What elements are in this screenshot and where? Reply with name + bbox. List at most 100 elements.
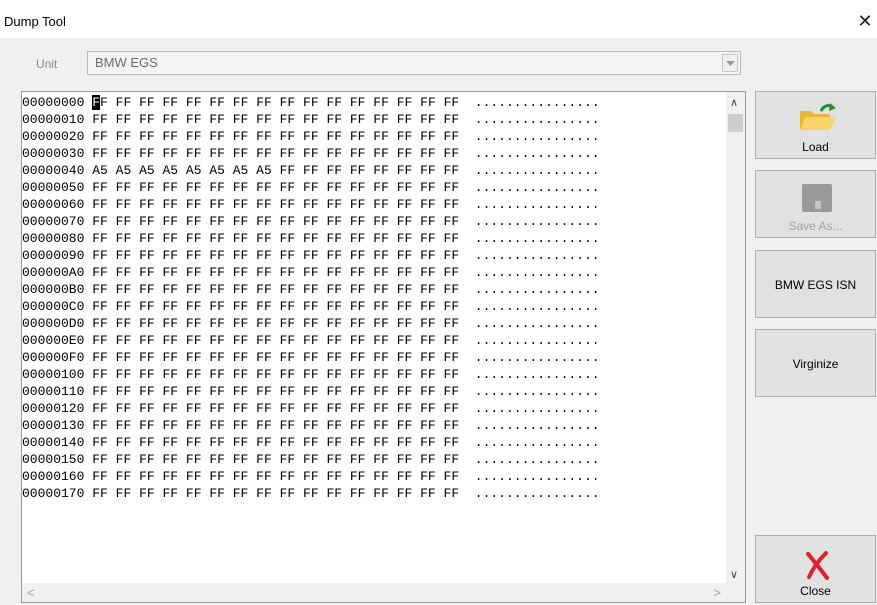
hex-byte[interactable]: FF [280,486,296,501]
hex-byte[interactable]: FF [233,452,249,467]
hex-byte[interactable]: FF [162,418,178,433]
hex-byte[interactable]: FF [373,469,389,484]
hex-byte[interactable]: FF [186,146,202,161]
hex-byte[interactable]: FF [303,367,319,382]
hex-byte[interactable]: FF [209,333,225,348]
hex-byte[interactable]: FF [233,418,249,433]
hex-byte[interactable]: FF [326,282,342,297]
hex-byte[interactable]: FF [186,265,202,280]
hex-byte[interactable]: FF [233,146,249,161]
hex-byte[interactable]: FF [303,265,319,280]
hex-byte[interactable]: FF [397,197,413,212]
scroll-left-icon[interactable]: < [27,585,35,600]
hex-byte[interactable]: FF [92,146,108,161]
hex-byte[interactable]: FF [256,316,272,331]
hex-byte[interactable]: FF [373,95,389,110]
hex-byte[interactable]: FF [444,282,460,297]
hex-byte[interactable]: FF [397,146,413,161]
hex-byte[interactable]: FF [373,231,389,246]
hex-byte[interactable]: FF [256,401,272,416]
hex-byte[interactable]: FF [420,469,436,484]
hex-byte[interactable]: FF [92,129,108,144]
hex-byte[interactable]: FF [350,350,366,365]
hex-byte[interactable]: FF [326,350,342,365]
hex-byte[interactable]: FF [233,265,249,280]
hex-byte[interactable]: FF [139,316,155,331]
hex-byte[interactable]: FF [116,401,132,416]
hex-byte[interactable]: FF [209,384,225,399]
hex-byte[interactable]: FF [280,248,296,263]
hex-byte[interactable]: FF [326,180,342,195]
hex-byte[interactable]: FF [397,299,413,314]
hex-byte[interactable]: FF [139,350,155,365]
hex-byte[interactable]: FF [209,418,225,433]
hex-byte[interactable]: FF [233,231,249,246]
hex-byte[interactable]: FF [444,401,460,416]
hex-byte[interactable]: FF [444,316,460,331]
hex-byte[interactable]: FF [233,112,249,127]
hex-byte[interactable]: FF [256,197,272,212]
hex-byte[interactable]: FF [420,112,436,127]
hex-byte[interactable]: FF [373,180,389,195]
hex-byte[interactable]: A5 [139,163,155,178]
hex-byte[interactable]: FF [116,214,132,229]
hex-byte[interactable]: FF [233,197,249,212]
hex-byte[interactable]: FF [256,180,272,195]
hex-byte[interactable]: FF [350,384,366,399]
hex-byte[interactable]: FF [92,214,108,229]
hex-byte[interactable]: FF [326,435,342,450]
hex-byte[interactable]: FF [139,214,155,229]
hex-byte[interactable]: FF [420,350,436,365]
hex-byte[interactable]: FF [373,367,389,382]
hex-byte[interactable]: FF [420,401,436,416]
hex-byte[interactable]: FF [92,248,108,263]
hex-byte[interactable]: FF [303,316,319,331]
hex-byte[interactable]: FF [256,214,272,229]
hex-byte[interactable]: FF [326,146,342,161]
hex-byte[interactable]: FF [116,95,132,110]
hex-byte[interactable]: FF [444,265,460,280]
hex-byte[interactable]: FF [209,214,225,229]
hex-byte[interactable]: FF [350,486,366,501]
hex-byte[interactable]: FF [303,282,319,297]
hex-byte[interactable]: FF [397,384,413,399]
hex-byte[interactable]: FF [326,367,342,382]
hex-byte[interactable]: FF [92,384,108,399]
hex-byte[interactable]: FF [280,146,296,161]
hex-byte[interactable]: FF [397,231,413,246]
hex-byte[interactable]: FF [92,452,108,467]
hex-byte[interactable]: FF [162,333,178,348]
hex-byte[interactable]: FF [186,248,202,263]
hex-byte[interactable]: FF [92,367,108,382]
hex-byte[interactable]: FF [256,486,272,501]
hex-byte[interactable]: FF [116,384,132,399]
hex-byte[interactable]: FF [420,333,436,348]
hex-byte[interactable]: FF [303,435,319,450]
hex-byte[interactable]: FF [397,435,413,450]
hex-byte[interactable]: FF [350,333,366,348]
hex-byte[interactable]: FF [350,146,366,161]
hex-byte[interactable]: FF [233,282,249,297]
hex-byte[interactable]: FF [92,418,108,433]
hex-byte[interactable]: A5 [256,163,272,178]
hex-byte[interactable]: FF [444,350,460,365]
hex-byte[interactable]: FF [373,384,389,399]
hex-byte[interactable]: FF [162,367,178,382]
hex-byte[interactable]: FF [326,129,342,144]
hex-byte[interactable]: FF [139,367,155,382]
hex-byte[interactable]: FF [116,367,132,382]
hex-byte[interactable]: FF [139,299,155,314]
hex-byte[interactable]: FF [280,350,296,365]
hex-byte[interactable]: FF [139,146,155,161]
hex-byte[interactable]: FF [420,384,436,399]
hex-byte[interactable]: FF [233,435,249,450]
hex-byte[interactable]: FF [420,231,436,246]
hex-byte[interactable]: A5 [186,163,202,178]
hex-byte[interactable]: FF [373,452,389,467]
hex-byte[interactable]: FF [350,163,366,178]
hex-byte[interactable]: FF [397,129,413,144]
hex-byte[interactable]: FF [209,180,225,195]
hex-byte[interactable]: A5 [92,163,108,178]
hex-byte[interactable]: FF [444,163,460,178]
hex-byte[interactable]: FF [256,95,272,110]
